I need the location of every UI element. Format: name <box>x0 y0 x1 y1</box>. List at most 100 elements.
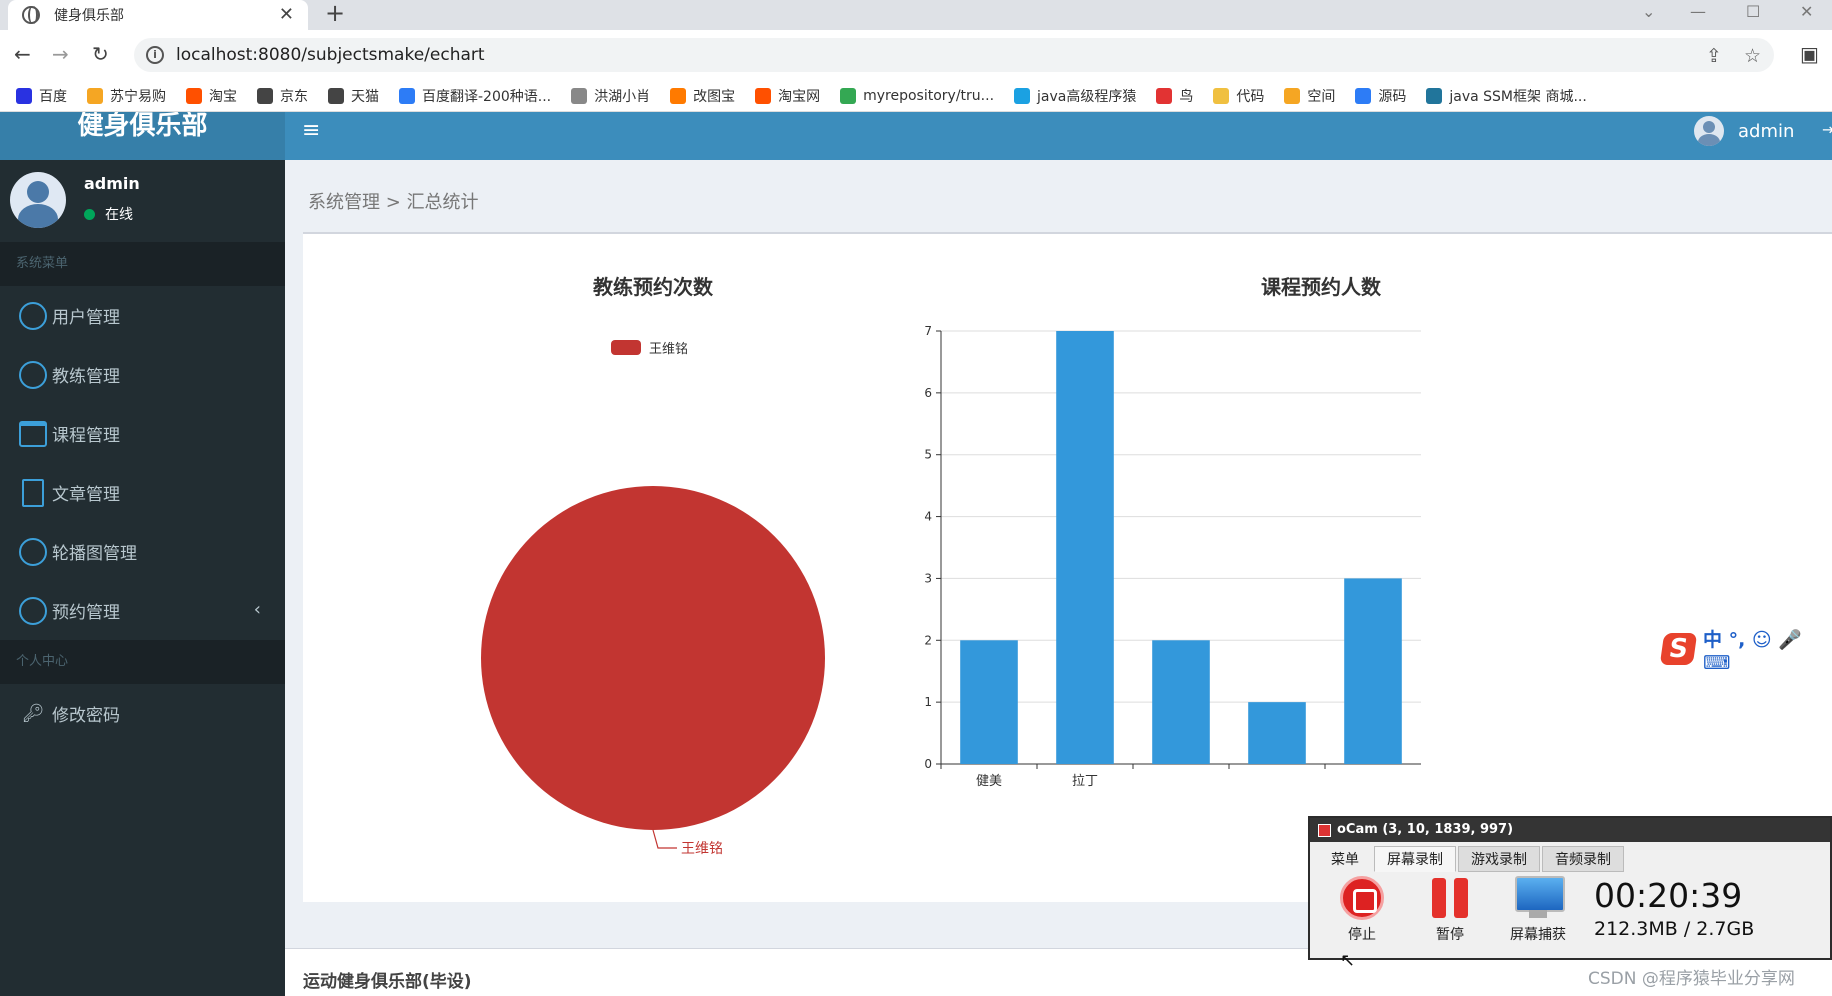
online-dot-icon <box>84 208 95 220</box>
chevron-left-icon[interactable]: ‹ <box>254 599 261 620</box>
breadcrumb-separator: > <box>385 192 401 213</box>
bookmark-item[interactable]: 源码 <box>1355 86 1406 106</box>
bookmark-item[interactable]: java高级程序猿 <box>1014 86 1136 106</box>
bookmark-item[interactable]: 淘宝 <box>186 86 237 106</box>
ocam-titlebar[interactable]: oCam (3, 10, 1839, 997) <box>1310 818 1830 842</box>
sidebar-item-articles[interactable]: 文章管理 <box>0 463 285 522</box>
sidebar-item-users[interactable]: 用户管理 <box>0 286 285 345</box>
y-tick-label: 4 <box>924 510 932 524</box>
sidebar-item-reservations[interactable]: 预约管理 ‹ <box>0 581 285 640</box>
bookmark-label: myrepository/tru... <box>863 87 995 104</box>
breadcrumb-parent[interactable]: 系统管理 <box>308 192 380 213</box>
back-icon[interactable]: ← <box>14 42 31 66</box>
bookmark-favicon-icon <box>186 87 202 104</box>
ocam-stop-button[interactable]: 停止 <box>1322 876 1402 944</box>
ime-toolbar[interactable]: S 中 °, ☺ 🎤 ⌨ <box>1659 629 1832 674</box>
tab-close-icon[interactable]: ✕ <box>279 4 294 25</box>
ocam-window: oCam (3, 10, 1839, 997) 菜单 屏幕录制 游戏录制 音频录… <box>1308 816 1832 960</box>
bookmark-label: 改图宝 <box>693 88 736 105</box>
user-circle-icon <box>18 301 48 331</box>
pie-legend-swatch[interactable] <box>611 340 641 355</box>
chart-panel: 教练预约次数 王维铭 王维铭 课程预约人数 0 1 2 3 4 5 6 7 健美 拉丁 <box>303 232 1832 902</box>
ime-glyphs[interactable]: 中 °, ☺ 🎤 ⌨ <box>1703 625 1832 674</box>
bookmark-item[interactable]: 苏宁易购 <box>87 86 166 106</box>
bar-1[interactable] <box>1056 331 1114 764</box>
monitor-icon <box>1515 876 1565 920</box>
minimize-icon[interactable]: — <box>1690 2 1706 21</box>
site-info-icon[interactable]: i <box>146 46 164 64</box>
user-panel: admin 在线 <box>0 160 285 242</box>
sidebar-item-courses[interactable]: 课程管理 <box>0 404 285 463</box>
bookmark-item[interactable]: 鸟 <box>1156 86 1193 106</box>
bar-series <box>960 331 1402 764</box>
pie-slice[interactable] <box>481 486 825 830</box>
new-tab-icon[interactable]: + <box>325 0 345 26</box>
maximize-icon[interactable]: ☐ <box>1746 2 1760 21</box>
menu-toggle-icon[interactable]: ≡ <box>302 118 320 143</box>
url-input[interactable]: i localhost:8080/subjectsmake/echart ⇪ ☆ <box>134 38 1774 72</box>
bookmark-item[interactable]: 淘宝网 <box>755 86 820 106</box>
bar-2[interactable] <box>1152 640 1210 764</box>
bookmark-favicon-icon <box>1284 87 1301 104</box>
watermark: CSDN @程序猿毕业分享网 <box>1588 969 1795 989</box>
bookmark-item[interactable]: 改图宝 <box>670 86 735 106</box>
bookmark-item[interactable]: 代码 <box>1213 86 1264 106</box>
bookmark-item[interactable]: 天猫 <box>328 86 379 106</box>
ocam-capture-button[interactable]: 屏幕捕获 <box>1498 876 1578 944</box>
sidebar-item-label: 文章管理 <box>52 485 120 505</box>
document-icon <box>18 478 48 508</box>
address-bar: ← → ↻ i localhost:8080/subjectsmake/echa… <box>0 30 1832 80</box>
bookmark-item[interactable]: 百度翻译-200种语... <box>399 86 551 106</box>
bookmark-item[interactable]: 京东 <box>257 86 308 106</box>
user-status-text: 在线 <box>105 207 133 223</box>
sidebar-item-label: 教练管理 <box>52 367 120 387</box>
sogou-logo-icon[interactable]: S <box>1659 633 1698 665</box>
bar-3[interactable] <box>1248 702 1306 764</box>
bookmark-favicon-icon <box>328 87 344 104</box>
reload-icon[interactable]: ↻ <box>92 42 109 66</box>
sidebar-item-change-password[interactable]: 🔑︎ 修改密码 <box>0 684 285 743</box>
bookmark-star-icon[interactable]: ☆ <box>1744 45 1761 67</box>
sidebar-item-coaches[interactable]: 教练管理 <box>0 345 285 404</box>
sidebar-item-label: 课程管理 <box>52 426 120 446</box>
bookmark-item[interactable]: myrepository/tru... <box>840 87 995 104</box>
app-logo[interactable]: 健身俱乐部 <box>0 112 285 160</box>
sidebar-item-carousel[interactable]: 轮播图管理 <box>0 522 285 581</box>
ocam-controls: 停止 暂停 屏幕捕获 00:20:39 212.3MB / 2.7GB <box>1310 872 1830 956</box>
close-window-icon[interactable]: ✕ <box>1800 2 1813 21</box>
bar-0[interactable] <box>960 640 1018 764</box>
bookmark-favicon-icon <box>87 87 103 104</box>
header-user-menu[interactable]: admin <box>1694 116 1794 146</box>
bookmark-favicon-icon <box>1156 87 1173 104</box>
bar-chart-title: 课程预约人数 <box>1261 275 1382 299</box>
bar-4[interactable] <box>1344 578 1402 764</box>
pie-legend-label[interactable]: 王维铭 <box>649 342 688 357</box>
bookmark-label: 京东 <box>280 88 308 105</box>
share-icon[interactable]: ⇪ <box>1706 45 1722 67</box>
bookmark-item[interactable]: 洪湖小肖 <box>571 86 650 106</box>
menu-header-personal: 个人中心 <box>0 640 285 684</box>
pie-label-line <box>652 829 677 849</box>
ocam-tab-menu[interactable]: 菜单 <box>1318 846 1372 872</box>
pause-icon <box>1428 876 1472 920</box>
clock-circle-icon <box>18 596 48 626</box>
sidebar-item-label: 轮播图管理 <box>52 544 137 564</box>
bookmark-label: 天猫 <box>351 88 379 105</box>
ocam-pause-button[interactable]: 暂停 <box>1410 876 1490 944</box>
tab-search-icon[interactable]: ⌄ <box>1642 2 1655 21</box>
browser-tab[interactable]: 健身俱乐部 ✕ <box>8 0 308 30</box>
bookmark-item[interactable]: 空间 <box>1284 86 1335 106</box>
bookmark-item[interactable]: 百度 <box>16 86 67 106</box>
ocam-tab-audio[interactable]: 音频录制 <box>1542 846 1624 872</box>
bookmark-favicon-icon <box>1213 87 1230 104</box>
side-panel-icon[interactable]: ▣ <box>1800 42 1819 66</box>
y-tick-label: 2 <box>924 633 932 647</box>
bookmark-label: 鸟 <box>1179 88 1194 105</box>
forward-icon[interactable]: → <box>52 42 69 66</box>
logout-icon[interactable]: ⇥ <box>1822 120 1832 139</box>
ocam-tab-game[interactable]: 游戏录制 <box>1458 846 1540 872</box>
y-tick-label: 5 <box>924 448 932 462</box>
bookmark-item[interactable]: java SSM框架 商城... <box>1426 86 1587 106</box>
ocam-tab-screen[interactable]: 屏幕录制 <box>1374 846 1456 872</box>
bookmark-label: 代码 <box>1236 88 1265 105</box>
